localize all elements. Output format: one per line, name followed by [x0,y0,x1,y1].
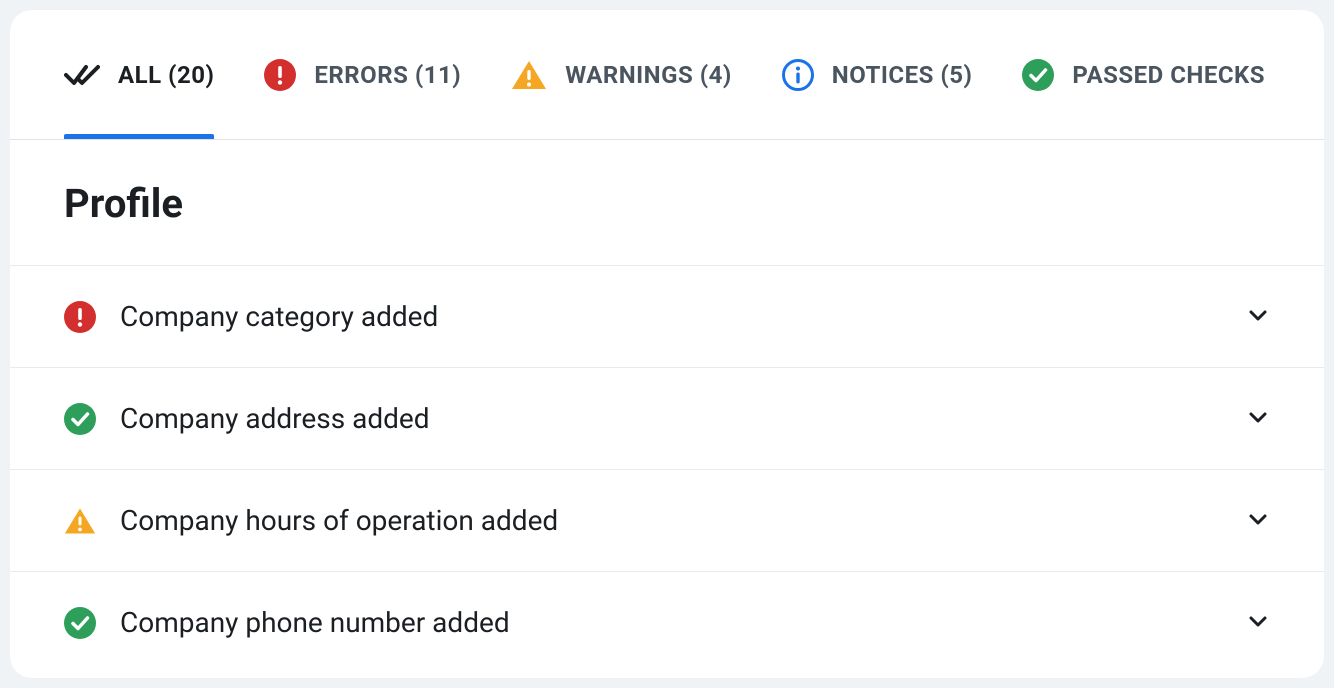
check-item-label: Company category added [120,300,1246,333]
double-check-icon [64,61,100,89]
check-circle-icon [64,607,96,639]
check-circle-icon [1022,59,1054,91]
chevron-down-icon [1246,303,1270,331]
section-title: Profile [10,140,1324,265]
error-icon [264,59,296,91]
check-item-company-address[interactable]: Company address added [10,368,1324,470]
warning-icon [511,59,547,91]
tab-all-label: ALL (20) [118,61,214,89]
tab-warnings-label: WARNINGS (4) [565,61,732,89]
check-item-label: Company phone number added [120,606,1246,639]
tab-all[interactable]: ALL (20) [64,10,214,139]
check-item-company-phone[interactable]: Company phone number added [10,572,1324,673]
check-circle-icon [64,403,96,435]
chevron-down-icon [1246,609,1270,637]
info-icon [782,59,814,91]
tab-passed-label: PASSED CHECKS [1072,61,1265,89]
tab-notices-label: NOTICES (5) [832,61,973,89]
tab-errors-label: ERRORS (11) [314,61,461,89]
tab-warnings[interactable]: WARNINGS (4) [511,10,732,139]
warning-icon [64,505,96,537]
tab-notices[interactable]: NOTICES (5) [782,10,973,139]
checks-list: Company category added Company address a… [10,266,1324,673]
check-item-company-hours[interactable]: Company hours of operation added [10,470,1324,572]
tabs-bar: ALL (20) ERRORS (11) WARNINGS (4) [10,10,1324,140]
section-title-wrap: Profile [10,140,1324,266]
tab-passed[interactable]: PASSED CHECKS [1022,10,1265,139]
check-item-label: Company address added [120,402,1246,435]
chevron-down-icon [1246,405,1270,433]
checks-card: ALL (20) ERRORS (11) WARNINGS (4) [10,10,1324,678]
tab-errors[interactable]: ERRORS (11) [264,10,461,139]
check-item-company-category[interactable]: Company category added [10,266,1324,368]
error-icon [64,301,96,333]
chevron-down-icon [1246,507,1270,535]
check-item-label: Company hours of operation added [120,504,1246,537]
